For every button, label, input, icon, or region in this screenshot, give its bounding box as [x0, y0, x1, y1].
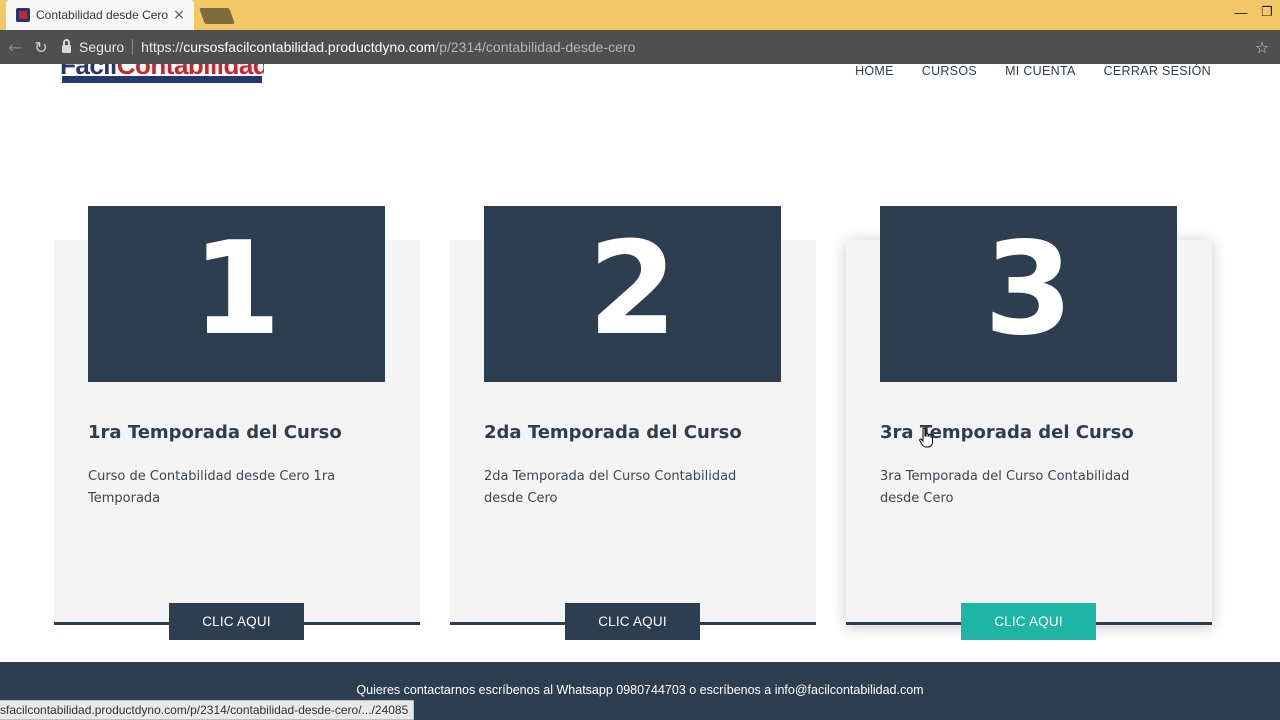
reload-icon[interactable]: ↻ — [30, 36, 52, 58]
browser-tab[interactable]: Contabilidad desde Cero × — [6, 0, 194, 30]
lock-icon — [62, 39, 71, 53]
card-title[interactable]: 2da Temporada del Curso — [484, 422, 742, 443]
clic-aqui-button[interactable]: CLIC AQUI — [961, 603, 1096, 640]
card-number: 2 — [587, 215, 678, 364]
clic-aqui-button[interactable]: CLIC AQUI — [565, 603, 700, 640]
nav-home[interactable]: HOME — [855, 64, 894, 78]
card-description: Curso de Contabilidad desde Cero 1ra Tem… — [88, 469, 336, 506]
card-number-box[interactable]: 1 — [88, 206, 385, 382]
card-description: 3ra Temporada del Curso Contabilidad des… — [880, 469, 1130, 506]
course-card-2: 2 2da Temporada del Curso 2da Temporada … — [450, 206, 816, 640]
browser-addressbar: ← ↻ Seguro https://cursosfacilcontabilid… — [0, 30, 1280, 64]
site-logo[interactable]: FacilContabilidad — [60, 64, 264, 86]
browser-status-url: sfacilcontabilidad.productdyno.com/p/231… — [0, 700, 415, 720]
secure-label: Seguro — [79, 39, 125, 55]
nav-mi-cuenta[interactable]: MI CUENTA — [1005, 64, 1076, 78]
window-controls: — ❐ — [1228, 0, 1280, 24]
clic-aqui-button[interactable]: CLIC AQUI — [169, 603, 304, 640]
url-host: cursosfacilcontabilidad.productdyno.com — [183, 39, 436, 55]
card-title[interactable]: 1ra Temporada del Curso — [88, 422, 342, 443]
card-number-box[interactable]: 2 — [484, 206, 781, 382]
course-card-3: 3 3ra Temporada del Curso 3ra Temporada … — [846, 206, 1212, 640]
nav-cerrar-sesion[interactable]: CERRAR SESIÓN — [1104, 64, 1211, 78]
card-number: 1 — [191, 215, 282, 364]
card-number: 3 — [983, 215, 1074, 364]
course-card-1: 1 1ra Temporada del Curso Curso de Conta… — [54, 206, 420, 640]
logo-tagline-bar — [62, 76, 262, 83]
new-tab-button[interactable] — [199, 8, 235, 24]
card-description: 2da Temporada del Curso Contabilidad des… — [484, 469, 737, 506]
site-favicon-icon — [16, 8, 30, 22]
nav-cursos[interactable]: CURSOS — [922, 64, 977, 78]
url-scheme: https:// — [141, 39, 184, 55]
site-header: FacilContabilidad HOME CURSOS MI CUENTA … — [0, 64, 1280, 94]
url-path: /p/2314/contabilidad-desde-cero — [435, 39, 636, 55]
hand-cursor-icon — [919, 428, 933, 448]
url-input[interactable]: Seguro https://cursosfacilcontabilidad.p… — [62, 33, 1250, 61]
browser-tabbar: Contabilidad desde Cero × — ❐ — [0, 0, 1280, 30]
restore-icon[interactable]: ❐ — [1254, 0, 1280, 24]
bookmark-star-icon[interactable]: ☆ — [1250, 38, 1274, 57]
url-divider — [132, 39, 134, 55]
tab-close-icon[interactable]: × — [172, 8, 186, 22]
minimize-icon[interactable]: — — [1228, 0, 1254, 24]
card-number-box[interactable]: 3 — [880, 206, 1177, 382]
back-arrow-icon[interactable]: ← — [4, 36, 26, 58]
tab-title: Contabilidad desde Cero — [36, 8, 169, 22]
footer-contact-text: Quieres contactarnos escríbenos al Whats… — [356, 683, 924, 697]
main-nav: HOME CURSOS MI CUENTA CERRAR SESIÓN — [855, 64, 1211, 78]
